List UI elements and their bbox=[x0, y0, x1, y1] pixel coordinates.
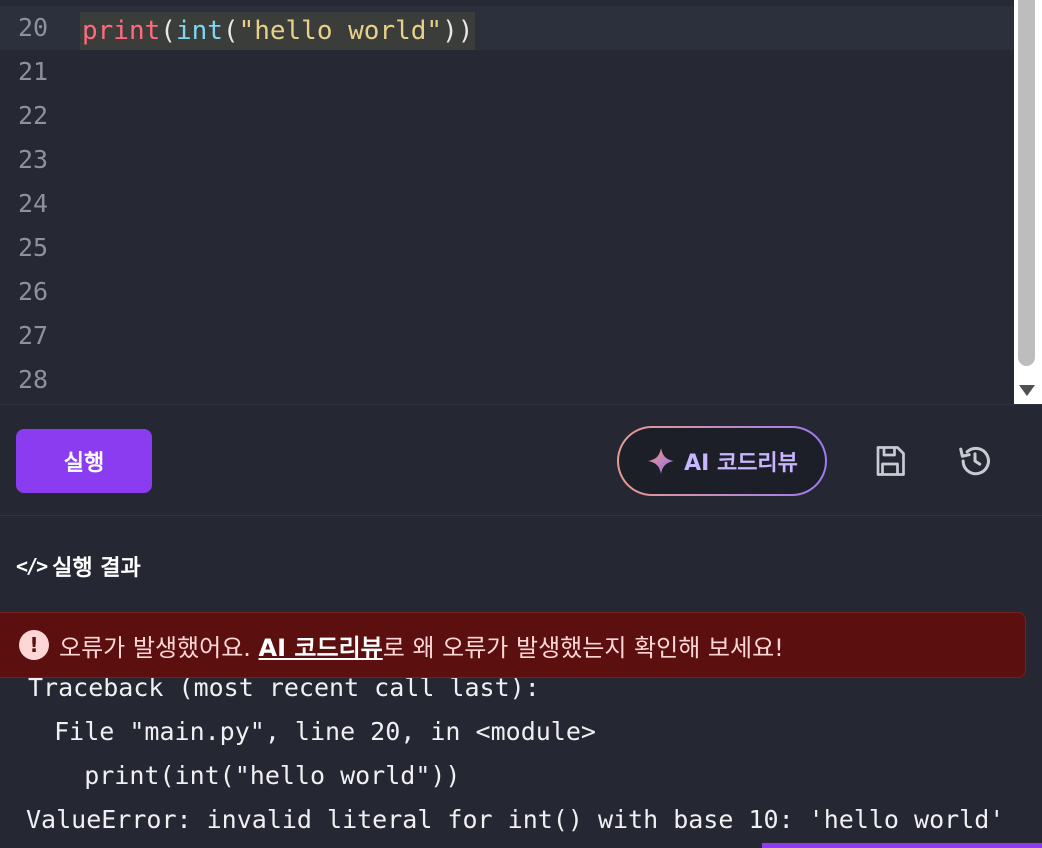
token-punctuation: )) bbox=[442, 16, 474, 46]
line-number: 28 bbox=[17, 365, 49, 394]
line-number: 24 bbox=[17, 189, 49, 218]
save-button[interactable] bbox=[870, 441, 910, 481]
scroll-down-arrow-icon[interactable] bbox=[1016, 382, 1038, 398]
error-icon: ! bbox=[19, 630, 49, 660]
ai-code-review-label: AI 코드리뷰 bbox=[684, 451, 798, 476]
output-line: File "main.py", line 20, in <module> bbox=[24, 717, 596, 746]
ai-code-review-link[interactable]: AI 코드리뷰 bbox=[259, 634, 383, 662]
editor-toolbar: 실행 AI 코드리뷰 bbox=[0, 404, 1042, 516]
result-heading-text: 실행 결과 bbox=[52, 556, 141, 581]
line-number: 23 bbox=[17, 145, 49, 174]
history-button[interactable] bbox=[955, 441, 995, 481]
code-editor[interactable]: 20 print(int("hello world")) 21 22 23 24… bbox=[0, 0, 1042, 404]
code-line[interactable]: 24 bbox=[0, 182, 1014, 226]
line-number: 25 bbox=[17, 233, 49, 262]
code-line[interactable]: 22 bbox=[0, 94, 1014, 138]
line-number: 27 bbox=[17, 321, 49, 350]
token-punctuation: ( bbox=[160, 16, 176, 46]
code-tag-icon: </> bbox=[16, 554, 48, 578]
console-output: Traceback (most recent call last): File … bbox=[0, 666, 1042, 842]
line-number: 22 bbox=[17, 101, 49, 130]
line-number: 20 bbox=[17, 13, 49, 42]
code-line[interactable]: 27 bbox=[0, 314, 1014, 358]
output-line: ValueError: invalid literal for int() wi… bbox=[26, 805, 1005, 834]
sparkle-icon bbox=[648, 448, 675, 474]
code-line[interactable]: 25 bbox=[0, 226, 1014, 270]
code-line[interactable]: 28 bbox=[0, 358, 1014, 402]
code-text[interactable]: print(int("hello world")) bbox=[80, 12, 476, 50]
token-string: "hello world" bbox=[238, 16, 443, 46]
output-line: print(int("hello world")) bbox=[24, 761, 461, 790]
code-line[interactable]: 23 bbox=[0, 138, 1014, 182]
line-number: 21 bbox=[17, 57, 49, 86]
run-button[interactable]: 실행 bbox=[16, 429, 152, 493]
history-icon bbox=[959, 446, 990, 476]
error-message-suffix: 로 왜 오류가 발생했는지 확인해 보세요! bbox=[382, 633, 784, 662]
scrollbar-thumb[interactable] bbox=[1018, 0, 1035, 366]
token-punctuation: ( bbox=[222, 16, 239, 46]
ai-code-review-button[interactable]: AI 코드리뷰 bbox=[617, 426, 827, 496]
line-number: 26 bbox=[17, 277, 49, 306]
code-line[interactable]: 21 bbox=[0, 50, 1014, 94]
result-heading: </> 실행 결과 bbox=[16, 550, 141, 582]
editor-scrollbar[interactable] bbox=[1014, 0, 1042, 404]
token-builtin: int bbox=[175, 16, 223, 46]
bottom-accent-bar bbox=[762, 843, 1042, 848]
error-message: 오류가 발생했어요. AI 코드리뷰로 왜 오류가 발생했는지 확인해 보세요! bbox=[59, 628, 784, 663]
token-function: print bbox=[82, 16, 161, 46]
code-line[interactable]: 20 print(int("hello world")) bbox=[0, 6, 1014, 50]
error-banner: ! 오류가 발생했어요. AI 코드리뷰로 왜 오류가 발생했는지 확인해 보세… bbox=[0, 612, 1026, 678]
save-icon bbox=[876, 446, 905, 476]
code-line[interactable]: 26 bbox=[0, 270, 1014, 314]
error-message-prefix: 오류가 발생했어요. bbox=[59, 633, 251, 662]
